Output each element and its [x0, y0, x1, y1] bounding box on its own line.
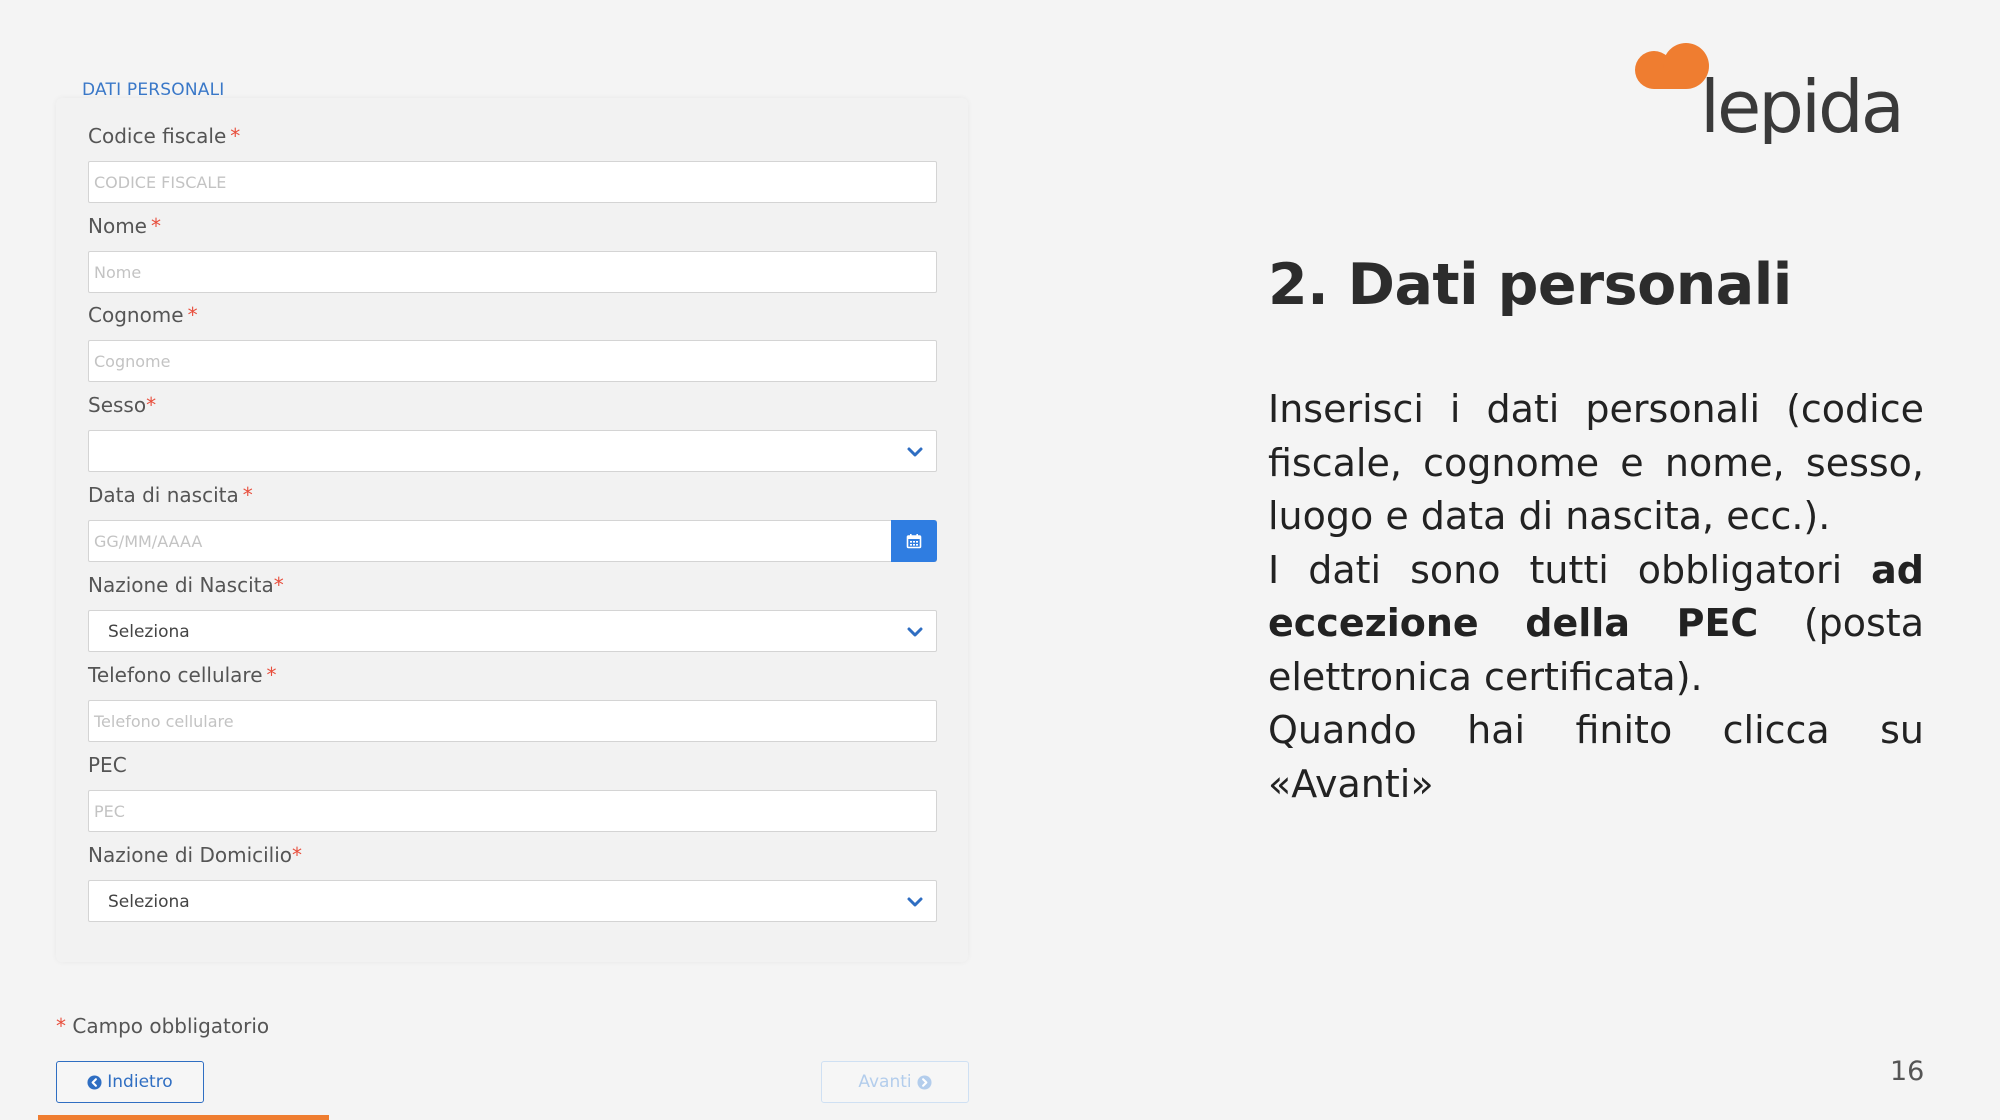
cognome-field: Cognome * Cognome — [88, 303, 937, 382]
next-label: Avanti — [858, 1072, 912, 1092]
telefono-field: Telefono cellulare * Telefono cellulare — [88, 663, 937, 742]
page-number: 16 — [1890, 1056, 1925, 1087]
slide-title: 2. Dati personali — [1268, 252, 1792, 318]
required-mark: * — [242, 483, 253, 507]
calendar-button[interactable] — [891, 520, 937, 562]
cognome-label: Cognome * — [88, 303, 198, 327]
nazione-nascita-value: Seleziona — [108, 622, 190, 642]
pec-field: PEC PEC — [88, 753, 937, 832]
pec-placeholder: PEC — [94, 802, 125, 821]
next-button[interactable]: Avanti — [821, 1061, 969, 1103]
pec-input[interactable]: PEC — [88, 790, 937, 832]
nazione-domicilio-label: Nazione di Domicilio* — [88, 843, 303, 867]
nazione-domicilio-select[interactable]: Seleziona — [88, 880, 937, 922]
nazione-nascita-field: Nazione di Nascita* Seleziona — [88, 573, 937, 652]
telefono-placeholder: Telefono cellulare — [94, 712, 234, 731]
svg-text:lepida: lepida — [1700, 65, 1902, 144]
required-mark: * — [187, 303, 198, 327]
required-mark: * — [292, 843, 303, 867]
cognome-placeholder: Cognome — [94, 352, 171, 371]
nome-label: Nome * — [88, 214, 161, 238]
back-button[interactable]: Indietro — [56, 1061, 204, 1103]
codice-fiscale-placeholder: CODICE FISCALE — [94, 173, 227, 192]
data-nascita-label: Data di nascita * — [88, 483, 253, 507]
progress-line — [38, 1115, 329, 1120]
nazione-nascita-label: Nazione di Nascita* — [88, 573, 284, 597]
required-mark: * — [266, 663, 277, 687]
nazione-domicilio-value: Seleziona — [108, 892, 190, 912]
codice-fiscale-input[interactable]: CODICE FISCALE — [88, 161, 937, 203]
arrow-right-circle-icon — [917, 1074, 932, 1090]
sesso-label: Sesso* — [88, 393, 157, 417]
arrow-left-circle-icon — [87, 1074, 102, 1090]
chevron-down-icon — [907, 897, 923, 907]
telefono-label: Telefono cellulare * — [88, 663, 277, 687]
telefono-input[interactable]: Telefono cellulare — [88, 700, 937, 742]
body-paragraph-2: I dati sono tutti obbligatori ad eccezio… — [1268, 547, 1924, 699]
nazione-nascita-select[interactable]: Seleziona — [88, 610, 937, 652]
lepida-logo: lepida — [1635, 43, 1905, 144]
required-mark: * — [56, 1014, 66, 1038]
chevron-down-icon — [907, 627, 923, 637]
sesso-field: Sesso* — [88, 393, 937, 472]
required-note: * Campo obbligatorio — [56, 1014, 270, 1038]
required-mark: * — [146, 393, 157, 417]
codice-fiscale-label: Codice fiscale * — [88, 124, 241, 148]
slide-body: Inserisci i dati personali (codice fisca… — [1268, 383, 1924, 811]
calendar-icon — [906, 534, 922, 549]
body-paragraph-3: Quando hai finito clicca su «Avanti» — [1268, 708, 1924, 806]
nome-placeholder: Nome — [94, 263, 142, 282]
codice-fiscale-field: Codice fiscale * CODICE FISCALE — [88, 124, 937, 203]
required-mark: * — [230, 124, 241, 148]
pec-label: PEC — [88, 753, 127, 777]
nome-field: Nome * Nome — [88, 214, 937, 293]
data-nascita-field: Data di nascita * GG/MM/AAAA — [88, 483, 937, 562]
cognome-input[interactable]: Cognome — [88, 340, 937, 382]
chevron-down-icon — [907, 447, 923, 457]
sesso-select[interactable] — [88, 430, 937, 472]
nazione-domicilio-field: Nazione di Domicilio* Seleziona — [88, 843, 937, 922]
nome-input[interactable]: Nome — [88, 251, 937, 293]
data-nascita-input[interactable]: GG/MM/AAAA — [88, 520, 937, 562]
data-nascita-placeholder: GG/MM/AAAA — [94, 532, 203, 551]
body-paragraph-1: Inserisci i dati personali (codice fisca… — [1268, 387, 1924, 538]
back-label: Indietro — [107, 1072, 173, 1092]
section-title: DATI PERSONALI — [82, 80, 225, 100]
required-mark: * — [273, 573, 284, 597]
required-mark: * — [150, 214, 161, 238]
